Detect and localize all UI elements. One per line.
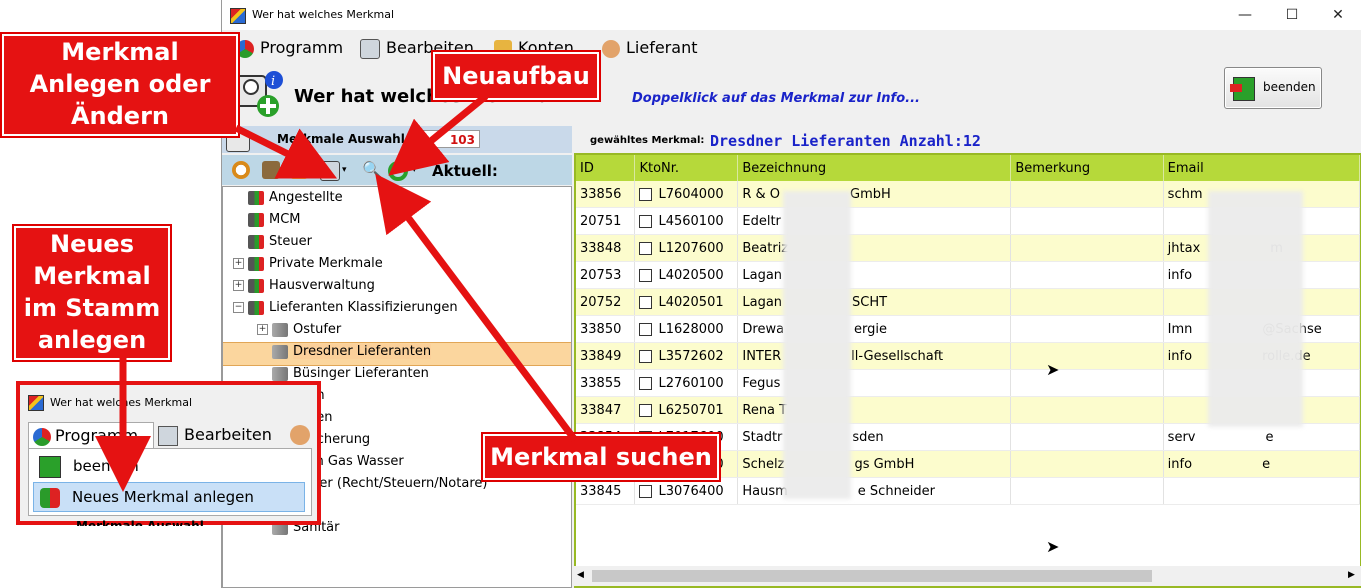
- arrow-to-refresh: [388, 93, 489, 176]
- annotation-arrows: [95, 93, 578, 492]
- arrow-to-edit: [234, 124, 338, 179]
- arrow-to-search: [375, 173, 578, 443]
